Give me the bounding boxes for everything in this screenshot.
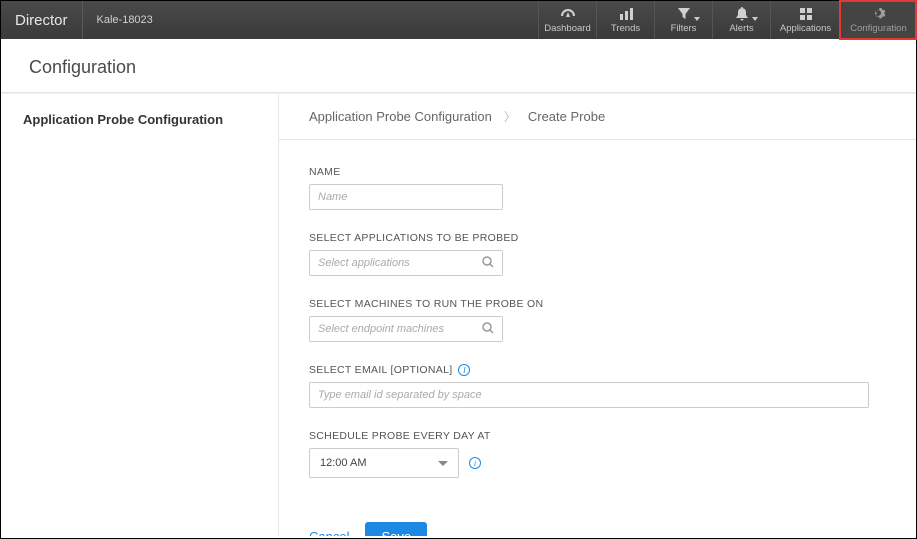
info-icon[interactable]: i bbox=[458, 364, 470, 376]
nav-trends[interactable]: Trends bbox=[596, 1, 654, 39]
nav-label: Configuration bbox=[850, 23, 907, 34]
email-input[interactable]: Type email id separated by space bbox=[309, 382, 869, 408]
field-label: SELECT MACHINES TO RUN THE PROBE ON bbox=[309, 298, 886, 310]
brand: Director bbox=[1, 1, 83, 39]
field-machines: SELECT MACHINES TO RUN THE PROBE ON Sele… bbox=[309, 298, 886, 342]
filter-icon bbox=[676, 7, 692, 21]
placeholder-text: Select endpoint machines bbox=[318, 323, 444, 335]
tenant-name: Kale-18023 bbox=[83, 1, 167, 39]
field-applications: SELECT APPLICATIONS TO BE PROBED Select … bbox=[309, 232, 886, 276]
info-icon[interactable]: i bbox=[469, 457, 481, 469]
nav-applications[interactable]: Applications bbox=[770, 1, 840, 39]
top-bar: Director Kale-18023 Dashboard Trends Fil… bbox=[1, 1, 916, 39]
field-schedule: SCHEDULE PROBE EVERY DAY AT 12:00 AM i bbox=[309, 430, 886, 478]
field-label: SELECT APPLICATIONS TO BE PROBED bbox=[309, 232, 886, 244]
grid-icon bbox=[798, 7, 814, 21]
nav-label: Dashboard bbox=[544, 23, 590, 34]
field-label-text: SELECT EMAIL [OPTIONAL] bbox=[309, 364, 452, 376]
nav-dashboard[interactable]: Dashboard bbox=[538, 1, 596, 39]
nav-filters[interactable]: Filters bbox=[654, 1, 712, 39]
breadcrumb-parent[interactable]: Application Probe Configuration bbox=[309, 109, 492, 124]
breadcrumb-current: Create Probe bbox=[528, 109, 605, 124]
sidebar-item-app-probe-config[interactable]: Application Probe Configuration bbox=[1, 96, 278, 143]
chevron-down-icon bbox=[438, 461, 448, 466]
schedule-time-select[interactable]: 12:00 AM bbox=[309, 448, 459, 478]
nav-label: Trends bbox=[611, 23, 640, 34]
top-nav: Dashboard Trends Filters Alerts bbox=[538, 1, 916, 39]
main: Application Probe Configuration 〉 Create… bbox=[279, 94, 916, 536]
select-value: 12:00 AM bbox=[320, 457, 366, 469]
search-icon bbox=[482, 322, 494, 337]
form-actions: Cancel Save bbox=[279, 518, 916, 536]
search-icon bbox=[482, 256, 494, 271]
bars-icon bbox=[618, 7, 634, 21]
nav-configuration[interactable]: Configuration bbox=[840, 1, 916, 39]
cancel-button[interactable]: Cancel bbox=[309, 529, 349, 536]
bell-icon bbox=[734, 7, 750, 21]
gauge-icon bbox=[560, 7, 576, 21]
chevron-down-icon bbox=[752, 17, 758, 21]
field-label: NAME bbox=[309, 166, 886, 178]
save-button[interactable]: Save bbox=[365, 522, 427, 536]
sidebar: Application Probe Configuration bbox=[1, 94, 279, 536]
nav-label: Alerts bbox=[729, 23, 753, 34]
field-email: SELECT EMAIL [OPTIONAL] i Type email id … bbox=[309, 364, 886, 408]
placeholder-text: Select applications bbox=[318, 257, 410, 269]
chevron-right-icon: 〉 bbox=[504, 108, 516, 125]
body: Application Probe Configuration Applicat… bbox=[1, 93, 916, 536]
gear-icon bbox=[871, 7, 887, 21]
nav-label: Applications bbox=[780, 23, 831, 34]
nav-label: Filters bbox=[671, 23, 697, 34]
nav-alerts[interactable]: Alerts bbox=[712, 1, 770, 39]
breadcrumb: Application Probe Configuration 〉 Create… bbox=[279, 94, 916, 140]
name-input[interactable] bbox=[309, 184, 503, 210]
chevron-down-icon bbox=[694, 17, 700, 21]
field-label: SCHEDULE PROBE EVERY DAY AT bbox=[309, 430, 886, 442]
create-probe-form: NAME SELECT APPLICATIONS TO BE PROBED Se… bbox=[279, 140, 916, 518]
field-label: SELECT EMAIL [OPTIONAL] i bbox=[309, 364, 886, 376]
placeholder-text: Type email id separated by space bbox=[318, 389, 482, 401]
page-title: Configuration bbox=[1, 39, 916, 93]
field-name: NAME bbox=[309, 166, 886, 210]
machines-picker[interactable]: Select endpoint machines bbox=[309, 316, 503, 342]
applications-picker[interactable]: Select applications bbox=[309, 250, 503, 276]
